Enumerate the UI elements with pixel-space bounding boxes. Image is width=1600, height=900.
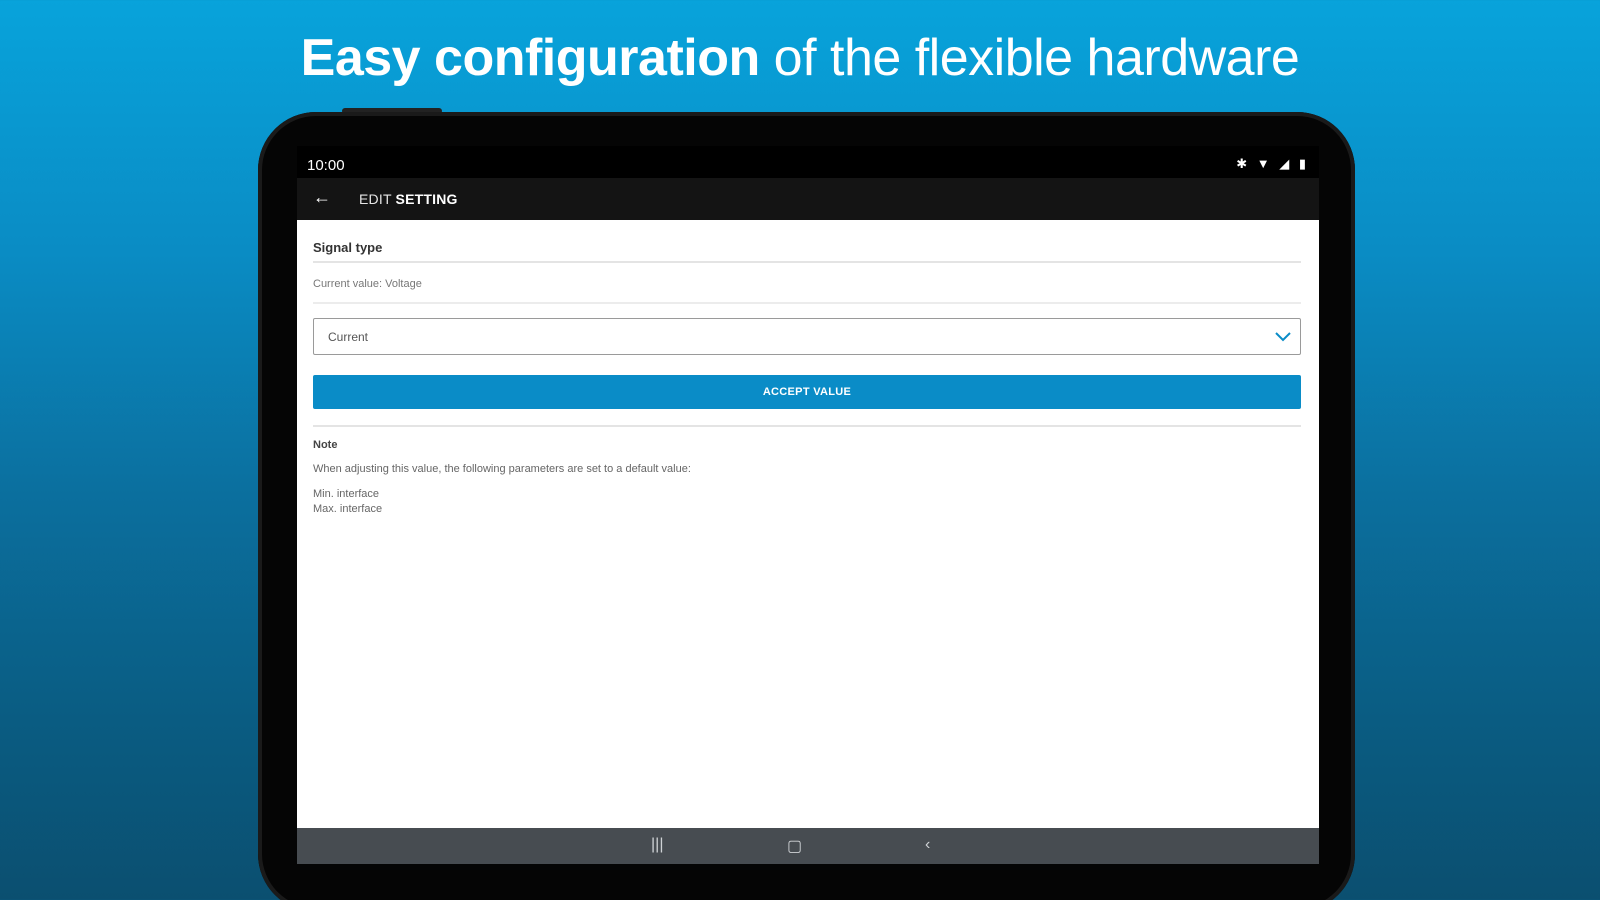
note-text: When adjusting this value, the following… [313, 463, 691, 475]
divider [313, 425, 1301, 427]
divider [313, 261, 1301, 263]
wifi-icon: ▼ [1256, 156, 1273, 171]
title-prefix: EDIT [359, 191, 396, 207]
system-nav-bar: ||| ▢ ‹ [297, 828, 1319, 864]
headline: Easy configuration of the flexible hardw… [0, 28, 1600, 88]
current-value-text: Current value: Voltage [313, 278, 422, 290]
home-icon[interactable]: ▢ [787, 836, 802, 856]
setting-title: Signal type [313, 240, 383, 255]
signal-icon: ◢ [1279, 156, 1293, 171]
recents-icon[interactable]: ||| [651, 836, 663, 854]
divider [313, 302, 1301, 304]
chevron-down-icon [1275, 332, 1291, 342]
back-arrow-icon[interactable]: ← [313, 187, 331, 208]
back-icon[interactable]: ‹ [925, 836, 930, 854]
headline-rest: of the flexible hardware [759, 29, 1300, 87]
bluetooth-icon: ✱ [1236, 156, 1251, 171]
param-item: Max. interface [313, 503, 383, 515]
signal-type-dropdown[interactable]: Current [313, 318, 1301, 355]
status-icons: ✱ ▼ ◢ ▮ [1236, 156, 1309, 172]
status-time: 10:00 [307, 157, 345, 174]
title-bold: SETTING [395, 191, 458, 207]
dropdown-selected-value: Current [328, 330, 369, 344]
headline-bold: Easy configuration [300, 29, 761, 87]
setting-content: Signal type Current value: Voltage Curre… [313, 220, 1301, 517]
app-bar: ← EDIT SETTING [297, 178, 1319, 220]
status-bar: 10:00 ✱ ▼ ◢ ▮ [297, 146, 1319, 178]
app-bar-title: EDIT SETTING [359, 191, 458, 207]
param-item: Min. interface [313, 488, 380, 500]
battery-icon: ▮ [1298, 156, 1309, 171]
param-list: Min. interface Max. interface [313, 487, 1301, 517]
tablet-screen: 10:00 ✱ ▼ ◢ ▮ ← EDIT SETTING Signal type… [297, 146, 1319, 864]
accept-value-button[interactable]: ACCEPT VALUE [313, 375, 1301, 409]
note-heading: Note [313, 439, 338, 451]
